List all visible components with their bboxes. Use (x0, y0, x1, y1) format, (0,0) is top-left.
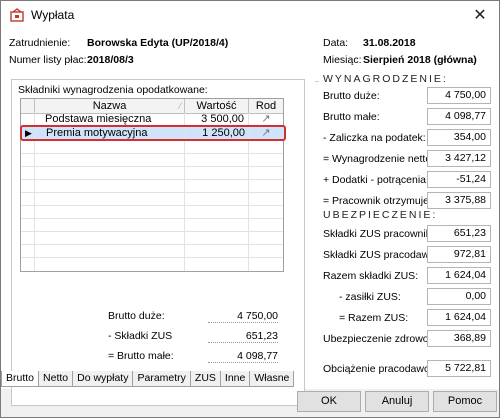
tab-inne[interactable]: Inne (219, 371, 251, 387)
payroll-window: Wypłata ✕ Zatrudnienie: Borowska Edyta (… (0, 0, 500, 418)
row-value: 1 250,00 (186, 127, 250, 139)
empty-row (21, 180, 283, 193)
tab-brutto[interactable]: Brutto (1, 371, 40, 387)
window-title: Wypłata (31, 8, 75, 22)
month-value: Sierpień 2018 (główna) (363, 54, 477, 66)
row-name: Premia motywacyjna (36, 127, 186, 139)
help-button[interactable]: Pomoc (433, 391, 497, 412)
ok-button[interactable]: OK (297, 391, 361, 412)
empty-row (21, 167, 283, 180)
wages-label: - Zaliczka na podatek: (323, 132, 426, 144)
wages-value: -51,24 (427, 171, 491, 188)
wages-label: + Dodatki - potrącenia: (323, 174, 429, 186)
summary-zus-label: - Składki ZUS (108, 330, 173, 342)
insurance-label: Składki ZUS pracodawcy: (323, 249, 443, 261)
empty-row (21, 232, 283, 245)
insurance-value: 1 624,04 (427, 267, 491, 284)
date-value: 31.08.2018 (363, 37, 416, 49)
wages-label: Brutto duże: (323, 90, 380, 102)
tab-zus[interactable]: ZUS (189, 371, 221, 387)
title-bar: Wypłata ✕ (1, 1, 499, 29)
row-name: Podstawa miesięczna (35, 113, 185, 125)
month-label: Miesiąc: (323, 54, 362, 66)
insurance-label: - zasiłki ZUS: (339, 291, 401, 303)
empty-row (21, 193, 283, 206)
insurance-label: Składki ZUS pracownika: (323, 228, 440, 240)
payroll-number-label: Numer listy płac: (9, 54, 87, 66)
insurance-label: = Razem ZUS: (339, 312, 409, 324)
summary-zus-value: 651,23 (208, 330, 278, 343)
wages-value: 3 375,88 (427, 192, 491, 209)
empty-row (21, 258, 283, 271)
wages-label: = Pracownik otrzymuje: (323, 195, 432, 207)
app-icon (9, 7, 25, 23)
empty-row (21, 219, 283, 232)
insurance-label: Razem składki ZUS: (323, 270, 419, 282)
row-value: 3 500,00 (185, 113, 249, 125)
tab-do-wyplaty[interactable]: Do wypłaty (72, 371, 134, 387)
employment-value: Borowska Edyta (UP/2018/4) (87, 37, 229, 49)
tab-parametry[interactable]: Parametry (132, 371, 191, 387)
row-indicator-header (21, 99, 35, 113)
employer-load-label: Obciążenie pracodawcy: (323, 363, 438, 375)
grid-header: Nazwa ⁄ Wartość Rod (21, 99, 283, 114)
summary-net-gross-value: 4 098,77 (208, 350, 278, 363)
summary-net-gross-label: = Brutto małe: (108, 350, 174, 362)
column-name-header[interactable]: Nazwa ⁄ (35, 99, 185, 113)
summary-gross-label: Brutto duże: (108, 310, 165, 322)
empty-row (21, 154, 283, 167)
main-content: Zatrudnienie: Borowska Edyta (UP/2018/4)… (1, 29, 499, 406)
insurance-value: 368,89 (427, 330, 491, 347)
current-row-icon: ▶ (22, 127, 36, 139)
wages-value: 4 750,00 (427, 87, 491, 104)
tab-wlasne[interactable]: Własne (249, 371, 295, 387)
tab-netto[interactable]: Netto (38, 371, 74, 387)
insurance-section-title: UBEZPIECZENIE: (323, 209, 438, 221)
close-icon[interactable]: ✕ (467, 3, 493, 27)
wages-label: = Wynagrodzenie netto: (323, 153, 435, 165)
wages-label: Brutto małe: (323, 111, 380, 123)
wages-value: 3 427,12 (427, 150, 491, 167)
date-label: Data: (323, 37, 349, 49)
column-rod-header[interactable]: Rod (249, 99, 283, 113)
sort-icon: ⁄ (179, 101, 181, 111)
components-grid[interactable]: Nazwa ⁄ Wartość Rod Podstawa miesięczna 3… (20, 98, 286, 272)
empty-row (21, 245, 283, 258)
insurance-value: 0,00 (427, 288, 491, 305)
summary-gross-value: 4 750,00 (208, 310, 278, 323)
column-value-header[interactable]: Wartość (185, 99, 249, 113)
insurance-value: 972,81 (427, 246, 491, 263)
payroll-number-value: 2018/08/3 (87, 54, 134, 66)
tab-bar: Brutto Netto Do wypłaty Parametry ZUS In… (1, 371, 295, 387)
insurance-value: 1 624,04 (427, 309, 491, 326)
employment-label: Zatrudnienie: (9, 37, 71, 49)
insurance-value: 651,23 (427, 225, 491, 242)
components-panel: Składniki wynagrodzenia opodatkowane: Na… (11, 79, 305, 406)
arrow-icon[interactable]: ↗ (249, 113, 283, 125)
arrow-icon[interactable]: ↗ (250, 127, 282, 139)
wages-value: 354,00 (427, 129, 491, 146)
employer-load-value: 5 722,81 (427, 360, 491, 377)
wages-section-title: WYNAGRODZENIE: (323, 73, 448, 85)
wages-value: 4 098,77 (427, 108, 491, 125)
components-title: Składniki wynagrodzenia opodatkowane: (18, 84, 208, 96)
table-row-selected[interactable]: ▶ Premia motywacyjna 1 250,00 ↗ (20, 125, 286, 141)
cancel-button[interactable]: Anuluj (365, 391, 429, 412)
empty-row (21, 206, 283, 219)
empty-row (21, 141, 283, 154)
